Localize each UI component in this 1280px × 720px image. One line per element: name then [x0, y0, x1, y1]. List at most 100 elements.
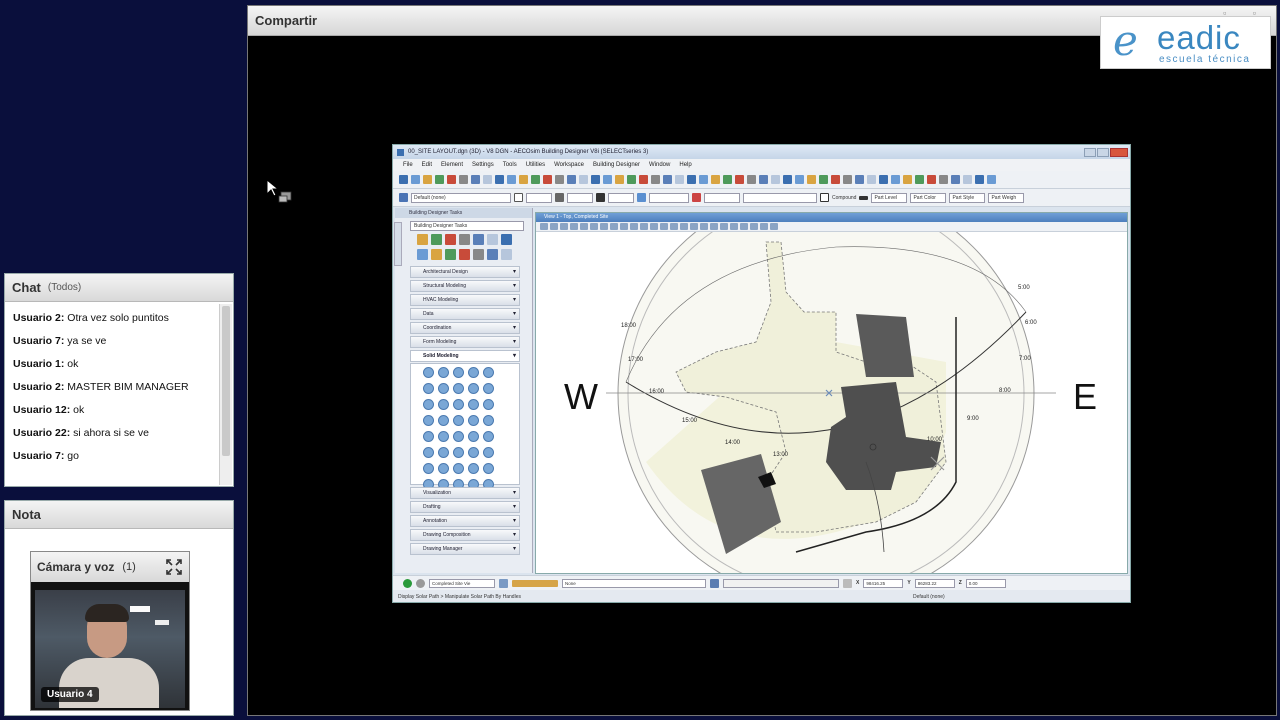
toolbar-tool-icon[interactable]: [723, 175, 732, 184]
view-buttons[interactable]: [512, 579, 558, 587]
chat-scroll-thumb[interactable]: [222, 306, 230, 456]
toolbar-tool-icon[interactable]: [939, 175, 948, 184]
menu-help[interactable]: Help: [679, 162, 691, 168]
toolbar-tool-icon[interactable]: [543, 175, 552, 184]
toolbar-tool-icon[interactable]: [447, 175, 456, 184]
main-tool-icon[interactable]: [487, 249, 498, 260]
view-tool-icon[interactable]: [580, 223, 588, 230]
menu-file[interactable]: File: [403, 162, 413, 168]
play-icon[interactable]: [403, 578, 412, 588]
camera-header[interactable]: Cámara y voz (1): [31, 552, 189, 582]
main-tool-icon[interactable]: [445, 234, 456, 245]
toolbar-tool-icon[interactable]: [555, 175, 564, 184]
toolbar-tool-icon[interactable]: [903, 175, 912, 184]
toolbar-tool-icon[interactable]: [615, 175, 624, 184]
toolbar-tool-icon[interactable]: [687, 175, 696, 184]
menu-workspace[interactable]: Workspace: [554, 162, 584, 168]
main-tool-icon[interactable]: [431, 249, 442, 260]
view-tool-icon[interactable]: [730, 223, 738, 230]
main-tool-icon[interactable]: [459, 249, 470, 260]
view-tool-icon[interactable]: [590, 223, 598, 230]
toolbar-tool-icon[interactable]: [435, 175, 444, 184]
main-tool-icon[interactable]: [487, 234, 498, 245]
main-tool-icon[interactable]: [445, 249, 456, 260]
view-tool-icon[interactable]: [560, 223, 568, 230]
solid-tool-icon[interactable]: [483, 447, 494, 458]
section-hvac-modeling[interactable]: HVAC Modeling: [410, 294, 520, 306]
part-weight-combo[interactable]: Part Weigh: [988, 192, 1025, 203]
solid-tool-icon[interactable]: [453, 399, 464, 410]
toolbar-tool-icon[interactable]: [495, 175, 504, 184]
toolbar-tool-icon[interactable]: [963, 175, 972, 184]
section-visualization[interactable]: Visualization: [410, 487, 520, 499]
solid-tool-icon[interactable]: [423, 383, 434, 394]
view-tool-icon[interactable]: [540, 223, 548, 230]
element-selection-icon[interactable]: [399, 193, 408, 202]
view-tool-icon[interactable]: [720, 223, 728, 230]
toolbar-tool-icon[interactable]: [399, 175, 408, 184]
view-tool-icon[interactable]: [770, 223, 778, 230]
view-tool-icon[interactable]: [740, 223, 748, 230]
solid-tool-icon[interactable]: [438, 431, 449, 442]
view-tool-icon[interactable]: [760, 223, 768, 230]
solid-tool-icon[interactable]: [438, 415, 449, 426]
weight-combo[interactable]: [608, 192, 634, 203]
solid-tool-icon[interactable]: [468, 463, 479, 474]
solid-tool-icon[interactable]: [423, 447, 434, 458]
solid-tool-icon[interactable]: [438, 399, 449, 410]
view-tool-icon[interactable]: [570, 223, 578, 230]
transparency-icon[interactable]: [637, 193, 646, 202]
style-combo[interactable]: [567, 192, 593, 203]
y-field[interactable]: 86283.22: [914, 578, 955, 588]
menu-tools[interactable]: Tools: [503, 162, 517, 168]
view-tool-icon[interactable]: [630, 223, 638, 230]
toolbar-tool-icon[interactable]: [879, 175, 888, 184]
menu-utilities[interactable]: Utilities: [526, 162, 545, 168]
solid-tool-icon[interactable]: [483, 415, 494, 426]
section-solid-modeling[interactable]: Solid Modeling: [410, 350, 520, 362]
main-tool-icon[interactable]: [417, 234, 428, 245]
x-field[interactable]: 98416.25: [863, 578, 904, 588]
toolbar-tool-icon[interactable]: [951, 175, 960, 184]
chat-header[interactable]: Chat (Todos): [5, 274, 233, 302]
toolbar-tool-icon[interactable]: [651, 175, 660, 184]
toolbar-tool-icon[interactable]: [807, 175, 816, 184]
line-weight-icon[interactable]: [596, 193, 605, 202]
solid-tool-icon[interactable]: [468, 367, 479, 378]
toolbar-tool-icon[interactable]: [747, 175, 756, 184]
toolbar-tool-icon[interactable]: [519, 175, 528, 184]
menu-edit[interactable]: Edit: [422, 162, 432, 168]
main-tool-icon[interactable]: [501, 234, 512, 245]
view-tool-icon[interactable]: [680, 223, 688, 230]
drawing-canvas[interactable]: W E 5:00 6:00 7:00 8:00 9:00 10:00 13:00…: [536, 213, 1127, 573]
rotation-field[interactable]: [723, 578, 839, 588]
main-tool-icon[interactable]: [473, 249, 484, 260]
view-tool-icon[interactable]: [650, 223, 658, 230]
toolbar-tool-icon[interactable]: [711, 175, 720, 184]
view-tool-icon[interactable]: [710, 223, 718, 230]
menu-building-designer[interactable]: Building Designer: [593, 162, 640, 168]
menu-settings[interactable]: Settings: [472, 162, 494, 168]
main-tool-icon[interactable]: [431, 234, 442, 245]
toolbar-tool-icon[interactable]: [987, 175, 996, 184]
status-level-combo[interactable]: None: [562, 578, 706, 588]
toolbar-tool-icon[interactable]: [663, 175, 672, 184]
toolbar-tool-icon[interactable]: [411, 175, 420, 184]
views-icon[interactable]: [499, 578, 508, 588]
toolbar-tool-icon[interactable]: [843, 175, 852, 184]
settings-icon[interactable]: [843, 578, 852, 588]
color-swatch-icon[interactable]: [514, 193, 523, 202]
solid-tool-icon[interactable]: [423, 367, 434, 378]
view-tool-icon[interactable]: [620, 223, 628, 230]
toolbar-tool-icon[interactable]: [507, 175, 516, 184]
solid-tool-icon[interactable]: [468, 415, 479, 426]
toolbar-tool-icon[interactable]: [639, 175, 648, 184]
section-architectural-design[interactable]: Architectural Design: [410, 266, 520, 278]
section-structural-modeling[interactable]: Structural Modeling: [410, 280, 520, 292]
toolbar-tool-icon[interactable]: [783, 175, 792, 184]
solid-tool-icon[interactable]: [483, 463, 494, 474]
toolbar-tool-icon[interactable]: [855, 175, 864, 184]
solid-tool-icon[interactable]: [468, 447, 479, 458]
solid-tool-icon[interactable]: [483, 367, 494, 378]
solid-tool-icon[interactable]: [483, 383, 494, 394]
